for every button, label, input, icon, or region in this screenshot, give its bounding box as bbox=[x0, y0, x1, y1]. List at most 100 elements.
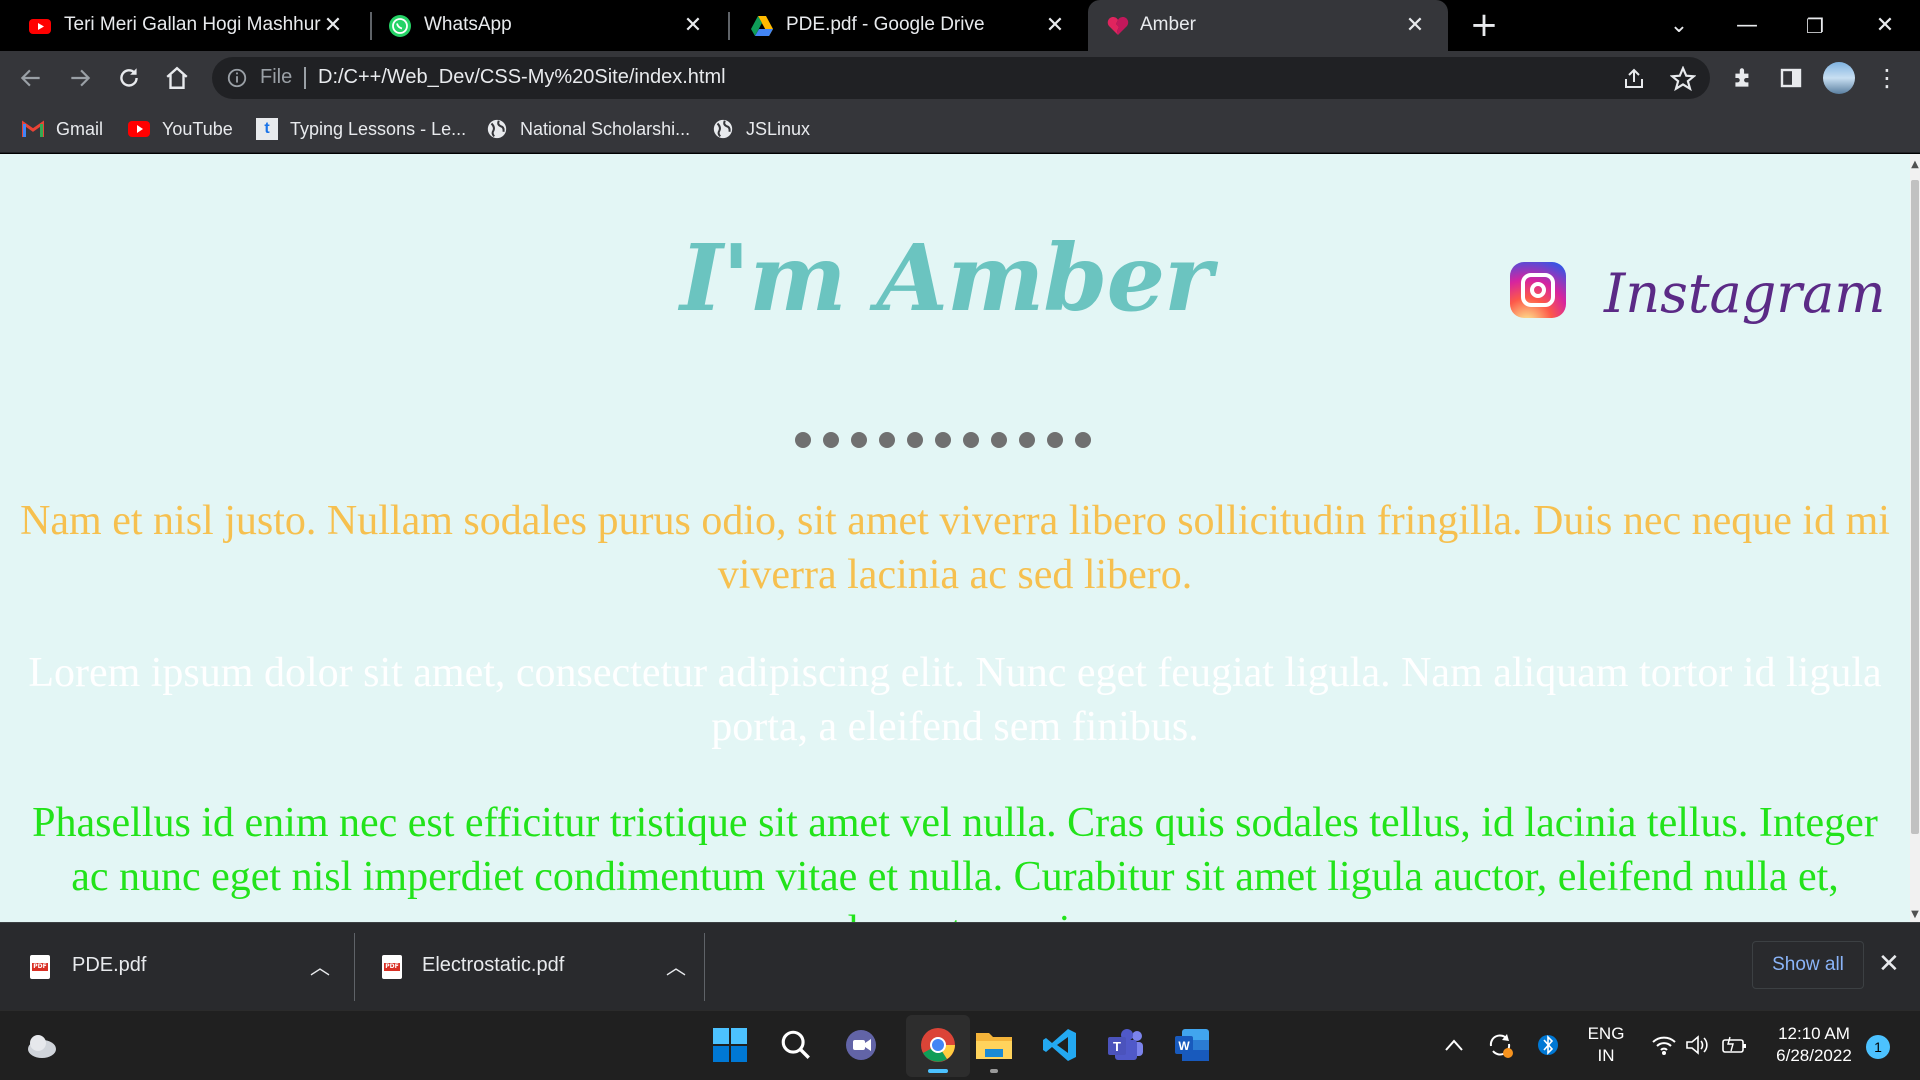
download-item-electrostatic[interactable]: PDF Electrostatic.pdf ︿ bbox=[356, 923, 704, 1011]
info-icon[interactable] bbox=[226, 67, 248, 89]
language-indicator[interactable]: ENG IN bbox=[1576, 1023, 1636, 1067]
bookmark-label: Typing Lessons - Le... bbox=[290, 118, 467, 139]
dot bbox=[823, 432, 839, 448]
web-page: I'm Amber Instagram Nam et nisl justo. N… bbox=[0, 154, 1910, 922]
bookmark-label: Gmail bbox=[56, 118, 104, 139]
chrome-icon[interactable] bbox=[918, 1025, 958, 1065]
bookmark-label: YouTube bbox=[162, 118, 233, 139]
scheme-label: File bbox=[260, 66, 293, 88]
show-all-button[interactable]: Show all bbox=[1752, 941, 1864, 989]
browser-toolbar: File D:/C++/Web_Dev/CSS-My%20Site/index.… bbox=[0, 51, 1920, 105]
address-separator bbox=[304, 67, 306, 89]
instagram-icon[interactable] bbox=[1510, 262, 1566, 318]
word-icon[interactable]: W bbox=[1172, 1025, 1212, 1065]
tab-amber[interactable]: Amber ✕ bbox=[1088, 0, 1448, 51]
bookmarks-bar: Gmail YouTube t Typing Lessons - Le... N… bbox=[0, 105, 1920, 153]
scrollbar-thumb[interactable] bbox=[1911, 180, 1919, 834]
tab-title: Teri Meri Gallan Hogi Mashhur | ( bbox=[64, 14, 322, 35]
address-bar[interactable]: File D:/C++/Web_Dev/CSS-My%20Site/index.… bbox=[212, 57, 1710, 99]
reload-icon[interactable] bbox=[112, 61, 146, 95]
clock[interactable]: 12:10 AM 6/28/2022 bbox=[1764, 1023, 1864, 1067]
restore-icon[interactable]: ❐ bbox=[1792, 8, 1838, 44]
tab-youtube[interactable]: Teri Meri Gallan Hogi Mashhur | ( ✕ bbox=[0, 0, 366, 51]
bookmark-jslinux[interactable]: JSLinux bbox=[712, 115, 810, 143]
close-icon[interactable]: ✕ bbox=[680, 12, 706, 38]
download-separator bbox=[704, 933, 705, 1001]
dot bbox=[851, 432, 867, 448]
clock-time: 12:10 AM bbox=[1778, 1024, 1850, 1043]
minimize-icon[interactable]: — bbox=[1724, 8, 1770, 44]
new-tab-button[interactable]: + bbox=[1466, 8, 1502, 44]
bookmark-gmail[interactable]: Gmail bbox=[22, 115, 103, 143]
dot bbox=[963, 432, 979, 448]
home-icon[interactable] bbox=[160, 61, 194, 95]
paragraph-yellow: Nam et nisl justo. Nullam sodales purus … bbox=[20, 498, 1890, 598]
bookmark-typing-lessons[interactable]: t Typing Lessons - Le... bbox=[256, 115, 466, 143]
chevron-up-icon[interactable]: ︿ bbox=[666, 951, 686, 980]
start-button-icon[interactable] bbox=[710, 1025, 750, 1065]
download-item-pde[interactable]: PDF PDE.pdf ︿ bbox=[0, 923, 352, 1011]
chat-icon[interactable] bbox=[842, 1025, 882, 1065]
language-code: ENG bbox=[1587, 1024, 1625, 1043]
scroll-down-arrow-icon[interactable]: ▼ bbox=[1910, 908, 1920, 922]
tab-whatsapp[interactable]: WhatsApp ✕ bbox=[360, 0, 726, 51]
gmail-icon bbox=[22, 118, 44, 140]
tab-google-drive[interactable]: PDE.pdf - Google Drive ✕ bbox=[722, 0, 1088, 51]
volume-icon[interactable] bbox=[1678, 1025, 1718, 1065]
clock-date: 6/28/2022 bbox=[1776, 1046, 1852, 1065]
url-text[interactable]: D:/C++/Web_Dev/CSS-My%20Site/index.html bbox=[318, 66, 726, 89]
file-explorer-icon[interactable] bbox=[974, 1025, 1014, 1065]
youtube-icon bbox=[29, 19, 51, 34]
chevron-up-icon[interactable]: ︿ bbox=[310, 951, 330, 980]
download-separator bbox=[354, 933, 355, 1001]
instagram-link[interactable]: Instagram bbox=[1604, 262, 1886, 325]
battery-icon[interactable] bbox=[1714, 1025, 1754, 1065]
teams-icon[interactable]: T bbox=[1106, 1025, 1146, 1065]
close-icon[interactable]: ✕ bbox=[1402, 12, 1428, 38]
tab-title: Amber bbox=[1140, 14, 1196, 35]
side-panel-icon[interactable] bbox=[1774, 61, 1808, 95]
bookmark-youtube[interactable]: YouTube bbox=[128, 115, 233, 143]
download-filename: PDE.pdf bbox=[72, 954, 147, 976]
chevron-up-icon[interactable] bbox=[1434, 1025, 1474, 1065]
scroll-up-arrow-icon[interactable]: ▲ bbox=[1910, 158, 1920, 172]
sync-icon[interactable] bbox=[1480, 1025, 1520, 1065]
pdf-icon: PDF bbox=[382, 955, 402, 979]
windows-taskbar: T W ENG IN 12:10 AM 6/28/2022 1 bbox=[0, 1010, 1920, 1080]
download-filename: Electrostatic.pdf bbox=[422, 954, 565, 976]
tab-title: PDE.pdf - Google Drive bbox=[786, 14, 985, 35]
typing-icon: t bbox=[256, 118, 278, 140]
download-shelf: PDF PDE.pdf ︿ PDF Electrostatic.pdf ︿ Sh… bbox=[0, 922, 1920, 1010]
dot bbox=[1047, 432, 1063, 448]
paragraph-green: Phasellus id enim nec est efficitur tris… bbox=[32, 800, 1878, 922]
whatsapp-icon bbox=[389, 15, 411, 37]
bookmark-national-scholarship[interactable]: National Scholarshi... bbox=[486, 115, 690, 143]
profile-avatar[interactable] bbox=[1822, 61, 1856, 95]
youtube-icon bbox=[128, 118, 150, 140]
tab-title: WhatsApp bbox=[424, 14, 512, 35]
dot bbox=[991, 432, 1007, 448]
tab-search-icon[interactable]: ⌄ bbox=[1656, 8, 1702, 44]
bluetooth-icon[interactable] bbox=[1528, 1025, 1568, 1065]
bookmark-star-icon[interactable] bbox=[1670, 66, 1696, 92]
forward-icon[interactable] bbox=[63, 61, 97, 95]
svg-text:W: W bbox=[1178, 1039, 1190, 1053]
vscode-icon[interactable] bbox=[1040, 1025, 1080, 1065]
close-window-icon[interactable]: ✕ bbox=[1862, 8, 1908, 44]
search-icon[interactable] bbox=[776, 1025, 816, 1065]
notification-badge[interactable]: 1 bbox=[1866, 1035, 1890, 1059]
active-indicator bbox=[928, 1069, 948, 1073]
menu-kebab-icon[interactable]: ⋮ bbox=[1870, 61, 1904, 95]
dot-separator bbox=[795, 432, 1091, 448]
close-shelf-icon[interactable]: ✕ bbox=[1878, 949, 1900, 979]
close-icon[interactable]: ✕ bbox=[1042, 12, 1068, 38]
page-title: I'm Amber bbox=[680, 224, 1213, 332]
back-icon[interactable] bbox=[14, 61, 48, 95]
weather-icon[interactable] bbox=[22, 1025, 62, 1065]
close-icon[interactable]: ✕ bbox=[320, 12, 346, 38]
dot bbox=[879, 432, 895, 448]
share-icon[interactable] bbox=[1622, 67, 1646, 91]
extensions-icon[interactable] bbox=[1726, 61, 1760, 95]
svg-text:T: T bbox=[1113, 1039, 1121, 1054]
page-scrollbar[interactable]: ▲ ▼ bbox=[1910, 154, 1920, 922]
